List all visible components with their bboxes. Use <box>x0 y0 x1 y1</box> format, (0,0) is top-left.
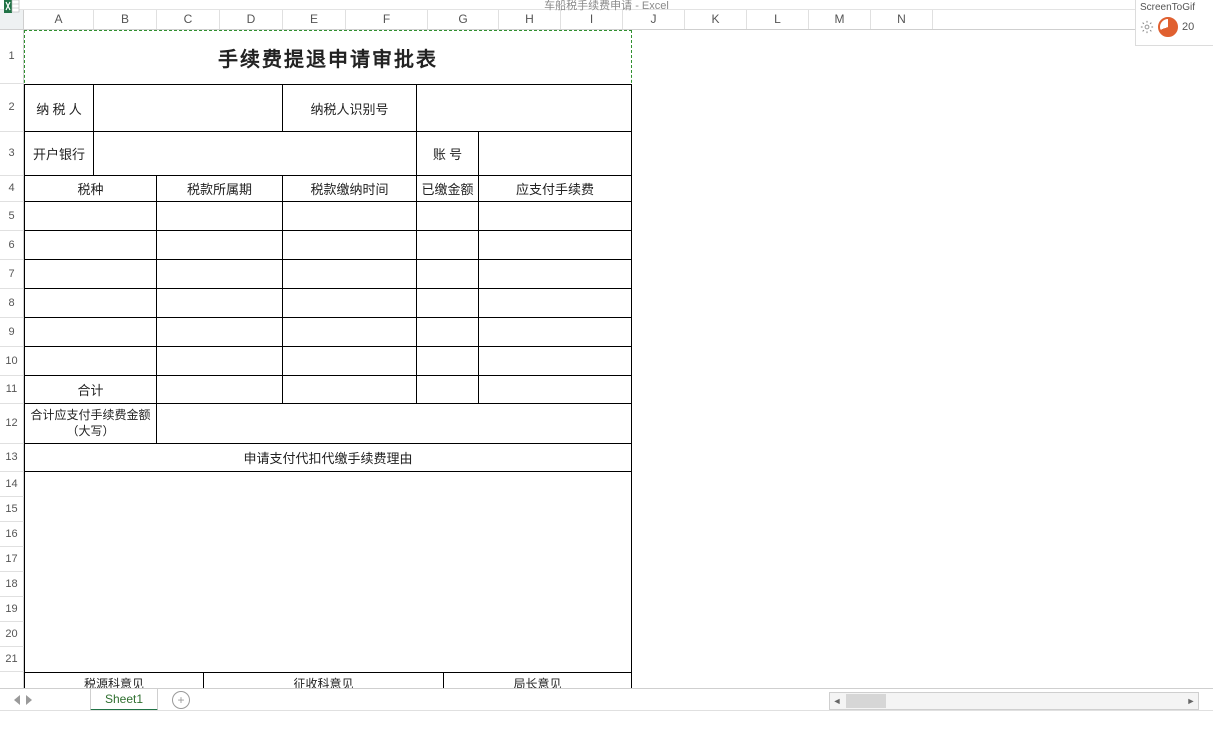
data-cell[interactable] <box>157 202 283 231</box>
data-cell[interactable] <box>157 318 283 347</box>
data-cell[interactable] <box>479 231 632 260</box>
input-account[interactable] <box>479 132 632 176</box>
label-total: 合计 <box>24 376 157 404</box>
data-cell[interactable] <box>283 260 417 289</box>
label-taxpayer: 纳 税 人 <box>24 84 94 132</box>
row-header[interactable]: 11 <box>0 376 24 404</box>
scroll-left-icon[interactable]: ◄ <box>830 694 844 708</box>
data-cell[interactable] <box>417 202 479 231</box>
add-sheet-button[interactable]: + <box>172 691 190 709</box>
column-headers[interactable]: A B C D E F G H I J K L M N <box>0 10 1213 30</box>
reason-textarea[interactable] <box>24 472 632 672</box>
data-cell[interactable] <box>417 347 479 376</box>
data-cell[interactable] <box>479 260 632 289</box>
col-header[interactable]: C <box>157 10 220 29</box>
col-header[interactable]: E <box>283 10 346 29</box>
input-taxid[interactable] <box>417 84 632 132</box>
data-cell[interactable] <box>283 202 417 231</box>
data-cell[interactable] <box>417 260 479 289</box>
row-header[interactable]: 15 <box>0 497 24 522</box>
input-total-cn[interactable] <box>157 404 632 444</box>
data-cell[interactable] <box>157 289 283 318</box>
row-header[interactable]: 1 <box>0 30 24 84</box>
data-cell[interactable] <box>283 318 417 347</box>
col-header[interactable]: F <box>346 10 428 29</box>
scroll-right-icon[interactable]: ► <box>1184 694 1198 708</box>
row-header[interactable]: 14 <box>0 472 24 497</box>
status-bar <box>0 710 1213 732</box>
data-cell[interactable] <box>24 231 157 260</box>
label-reason: 申请支付代扣代缴手续费理由 <box>24 444 632 472</box>
row-header[interactable]: 9 <box>0 318 24 347</box>
row-header[interactable]: 3 <box>0 132 24 176</box>
row-header[interactable]: 20 <box>0 622 24 647</box>
total-cell[interactable] <box>157 376 283 404</box>
input-bank[interactable] <box>94 132 417 176</box>
header-paid: 已缴金额 <box>417 176 479 202</box>
data-cell[interactable] <box>24 260 157 289</box>
data-cell[interactable] <box>479 289 632 318</box>
label-account: 账 号 <box>417 132 479 176</box>
tab-nav-next-icon[interactable] <box>26 695 32 705</box>
data-cell[interactable] <box>24 202 157 231</box>
form-title: 手续费提退申请审批表 <box>24 30 632 84</box>
data-cell[interactable] <box>157 347 283 376</box>
data-cell[interactable] <box>479 202 632 231</box>
data-cell[interactable] <box>417 318 479 347</box>
data-cell[interactable] <box>24 347 157 376</box>
row-header[interactable]: 13 <box>0 444 24 472</box>
col-header[interactable]: N <box>871 10 933 29</box>
input-taxpayer[interactable] <box>94 84 283 132</box>
tab-nav-prev-icon[interactable] <box>14 695 20 705</box>
data-cell[interactable] <box>479 318 632 347</box>
row-header[interactable]: 7 <box>0 260 24 289</box>
data-cell[interactable] <box>417 231 479 260</box>
data-cell[interactable] <box>283 231 417 260</box>
worksheet-grid[interactable]: 1 2 3 4 5 6 7 8 9 10 11 12 13 14 15 16 1… <box>0 30 1213 690</box>
col-header[interactable]: L <box>747 10 809 29</box>
window-title: 车船税手续费申请 - Excel <box>544 0 669 13</box>
col-header[interactable]: D <box>220 10 283 29</box>
row-header[interactable]: 6 <box>0 231 24 260</box>
col-header[interactable]: K <box>685 10 747 29</box>
data-cell[interactable] <box>283 289 417 318</box>
data-cell[interactable] <box>24 318 157 347</box>
row-header[interactable]: 5 <box>0 202 24 231</box>
col-header[interactable]: M <box>809 10 871 29</box>
row-header[interactable]: 8 <box>0 289 24 318</box>
row-header[interactable]: 2 <box>0 84 24 132</box>
row-header[interactable]: 17 <box>0 547 24 572</box>
sheet-tab[interactable]: Sheet1 <box>90 689 158 711</box>
header-fee: 应支付手续费 <box>479 176 632 202</box>
header-taxtype: 税种 <box>24 176 157 202</box>
excel-icon <box>3 0 21 14</box>
horizontal-scrollbar[interactable]: ◄ ► <box>829 692 1199 710</box>
header-paytime: 税款缴纳时间 <box>283 176 417 202</box>
total-cell[interactable] <box>283 376 417 404</box>
header-period: 税款所属期 <box>157 176 283 202</box>
row-header[interactable]: 12 <box>0 404 24 444</box>
col-header[interactable]: B <box>94 10 157 29</box>
data-cell[interactable] <box>157 260 283 289</box>
row-header[interactable]: 16 <box>0 522 24 547</box>
data-cell[interactable] <box>157 231 283 260</box>
scroll-thumb[interactable] <box>846 694 886 708</box>
data-cell[interactable] <box>24 289 157 318</box>
total-cell[interactable] <box>417 376 479 404</box>
row-header[interactable]: 19 <box>0 597 24 622</box>
data-cell[interactable] <box>417 289 479 318</box>
row-header[interactable]: 4 <box>0 176 24 202</box>
row-header[interactable]: 21 <box>0 647 24 672</box>
label-bank: 开户银行 <box>24 132 94 176</box>
col-header[interactable]: G <box>428 10 499 29</box>
screentogif-title: ScreenToGif <box>1136 0 1213 15</box>
total-cell[interactable] <box>479 376 632 404</box>
label-total-cn: 合计应支付手续费金额（大写） <box>24 404 157 444</box>
label-taxid: 纳税人识别号 <box>283 84 417 132</box>
row-header[interactable]: 18 <box>0 572 24 597</box>
col-header[interactable]: A <box>24 10 94 29</box>
data-cell[interactable] <box>479 347 632 376</box>
row-header[interactable]: 10 <box>0 347 24 376</box>
data-cell[interactable] <box>283 347 417 376</box>
